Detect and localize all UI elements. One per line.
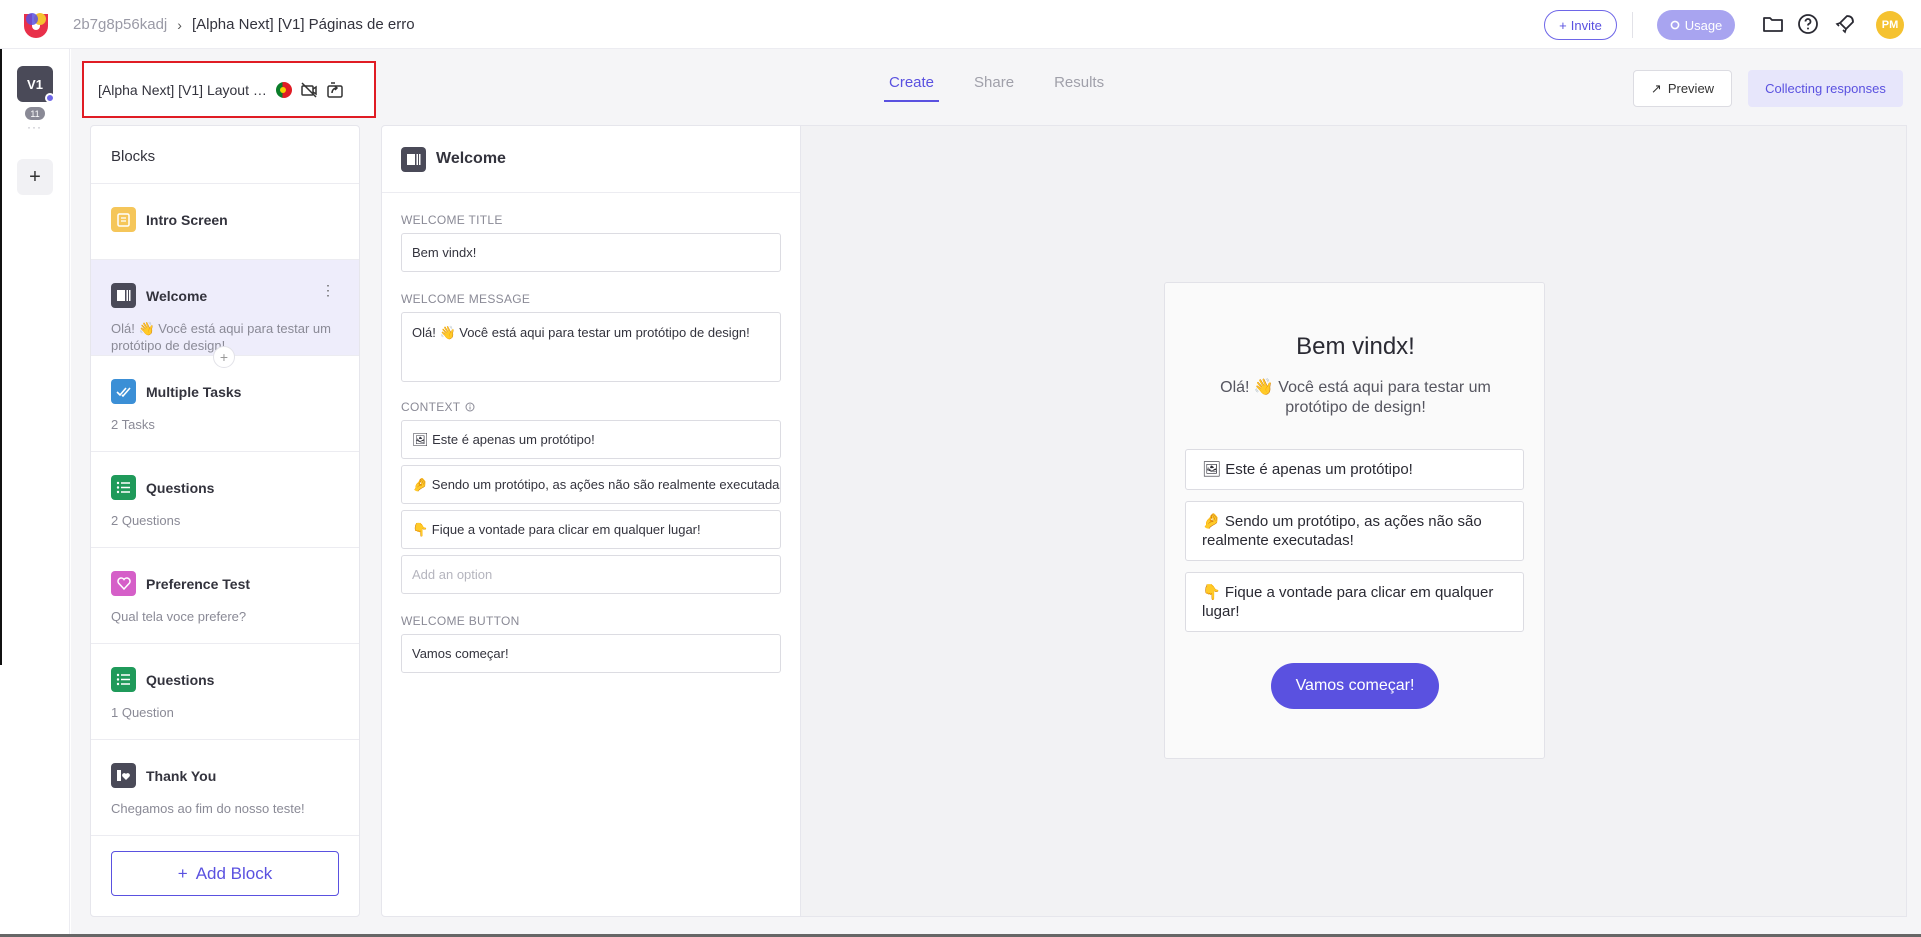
editor-title: Welcome [436, 150, 506, 167]
chevron-right-icon: › [177, 16, 182, 33]
app-logo[interactable] [22, 11, 50, 39]
portugal-flag-icon[interactable] [276, 81, 292, 98]
folder-icon[interactable] [1762, 13, 1784, 35]
preview-title: Bem vindx! [1296, 333, 1415, 360]
info-icon[interactable] [465, 402, 475, 412]
help-icon[interactable] [1797, 13, 1819, 35]
welcome-icon [401, 146, 426, 172]
top-bar: 2b7g8p56kadj › [Alpha Next] [V1] Páginas… [0, 0, 1921, 49]
window-edge [0, 49, 2, 665]
divider [1632, 12, 1633, 38]
add-block-button[interactable]: + Add Block [111, 851, 339, 896]
blocks-panel: Blocks Intro Screen Welcome Olá! 👋 Você … [90, 125, 360, 917]
welcome-message-textarea[interactable]: Olá! 👋 Você está aqui para testar um pro… [401, 312, 781, 382]
plus-icon: + [177, 863, 188, 883]
preview-label: Preview [1667, 81, 1715, 96]
block-description: 2 Questions [111, 513, 181, 528]
tab-create[interactable]: Create [884, 72, 940, 102]
block-name: Questions [146, 479, 215, 496]
blocks-title: Blocks [91, 126, 359, 184]
export-icon[interactable] [326, 81, 344, 99]
context-item-input[interactable]: 👇 Fique a vontade para clicar em qualque… [401, 510, 781, 549]
block-name: Questions [146, 671, 215, 688]
block-welcome[interactable]: Welcome Olá! 👋 Você está aqui para testa… [91, 260, 359, 368]
clipboard-icon [111, 207, 136, 232]
add-version-button[interactable]: + [17, 159, 53, 195]
insert-block-plus-icon[interactable]: + [213, 346, 235, 368]
context-item-input[interactable]: 🤌 Sendo um protótipo, as ações não são r… [401, 465, 781, 504]
breadcrumb-page-title: [Alpha Next] [V1] Páginas de erro [191, 16, 415, 33]
more-vertical-icon[interactable]: ⋮ [321, 282, 335, 299]
block-description: 1 Question [111, 705, 174, 720]
welcome-icon [111, 283, 136, 308]
block-name: Multiple Tasks [146, 383, 242, 400]
block-multiple-tasks[interactable]: Multiple Tasks 2 Tasks [91, 356, 359, 452]
welcome-title-input[interactable]: Bem vindx! [401, 233, 781, 272]
main-tabs: Create Share Results [884, 72, 1139, 102]
add-option-input[interactable]: Add an option [401, 555, 781, 594]
context-label-text: CONTEXT [401, 400, 461, 414]
list-icon [111, 475, 136, 500]
block-description: Chegamos ao fim do nosso teste! [111, 801, 305, 816]
invite-label: Invite [1570, 17, 1602, 33]
block-name: Preference Test [146, 575, 251, 592]
block-description: Qual tela voce prefere? [111, 609, 247, 624]
welcome-message-label: WELCOME MESSAGE [401, 292, 531, 306]
welcome-title-label: WELCOME TITLE [401, 213, 503, 227]
preview-message: Olá! 👋 Você está aqui para testar um pro… [1220, 379, 1491, 416]
more-icon[interactable]: ··· [27, 120, 42, 134]
rocket-icon[interactable] [1834, 13, 1856, 35]
block-description: 2 Tasks [111, 417, 155, 432]
block-editor: Welcome WELCOME TITLE Bem vindx! WELCOME… [381, 125, 801, 917]
block-questions-2[interactable]: Questions 1 Question [91, 644, 359, 740]
add-block-label: Add Block [195, 863, 273, 883]
camera-off-icon[interactable] [300, 81, 318, 99]
circle-icon [1670, 20, 1680, 30]
preview-button[interactable]: ↗ Preview [1633, 70, 1732, 107]
preview-context-item: 🤌 Sendo um protótipo, as ações não são r… [1185, 501, 1524, 561]
welcome-button-label: WELCOME BUTTON [401, 614, 520, 628]
preview-start-button[interactable]: Vamos começar! [1271, 663, 1439, 709]
preview-context-item: 👇 Fique a vontade para clicar em qualque… [1185, 572, 1524, 632]
study-name[interactable]: [Alpha Next] [V1] Layout de erro [98, 82, 268, 98]
block-preference-test[interactable]: Preference Test Qual tela voce prefere? [91, 548, 359, 644]
usage-button[interactable]: Usage [1657, 10, 1735, 40]
arrow-up-right-icon: ↗ [1650, 80, 1662, 96]
heart-icon [111, 571, 136, 596]
block-intro-screen[interactable]: Intro Screen [91, 184, 359, 260]
block-thank-you[interactable]: Thank You Chegamos ao fim do nosso teste… [91, 740, 359, 836]
block-name: Welcome [146, 287, 208, 304]
avatar[interactable]: PM [1876, 11, 1904, 39]
breadcrumb: 2b7g8p56kadj › [Alpha Next] [V1] Páginas… [73, 16, 415, 33]
block-name: Intro Screen [146, 211, 228, 228]
block-questions[interactable]: Questions 2 Questions [91, 452, 359, 548]
context-label: CONTEXT [401, 400, 475, 414]
block-name: Thank You [146, 767, 217, 784]
welcome-button-input[interactable]: Vamos começar! [401, 634, 781, 673]
double-check-icon [111, 379, 136, 404]
preview-context-item: 🖼 Este é apenas um protótipo! [1185, 449, 1524, 490]
usage-label: Usage [1684, 17, 1723, 33]
context-item-input[interactable]: 🖼 Este é apenas um protótipo! [401, 420, 781, 459]
active-dot-icon [45, 93, 55, 103]
version-rail: V1 11 ··· + [0, 49, 70, 937]
plus-icon: + [1559, 17, 1567, 33]
tab-share[interactable]: Share [969, 72, 1019, 102]
collecting-responses-button[interactable]: Collecting responses [1748, 70, 1903, 107]
welcome-preview-card: Bem vindx! Olá! 👋 Você está aqui para te… [1164, 282, 1545, 759]
editor-header: Welcome [382, 126, 800, 193]
version-count-badge: 11 [25, 107, 45, 120]
study-name-header: [Alpha Next] [V1] Layout de erro [82, 61, 376, 118]
invite-button[interactable]: + Invite [1544, 10, 1617, 40]
list-icon [111, 667, 136, 692]
tab-results[interactable]: Results [1049, 72, 1109, 102]
breadcrumb-project-id[interactable]: 2b7g8p56kadj [73, 16, 167, 33]
thank-you-icon [111, 763, 136, 788]
